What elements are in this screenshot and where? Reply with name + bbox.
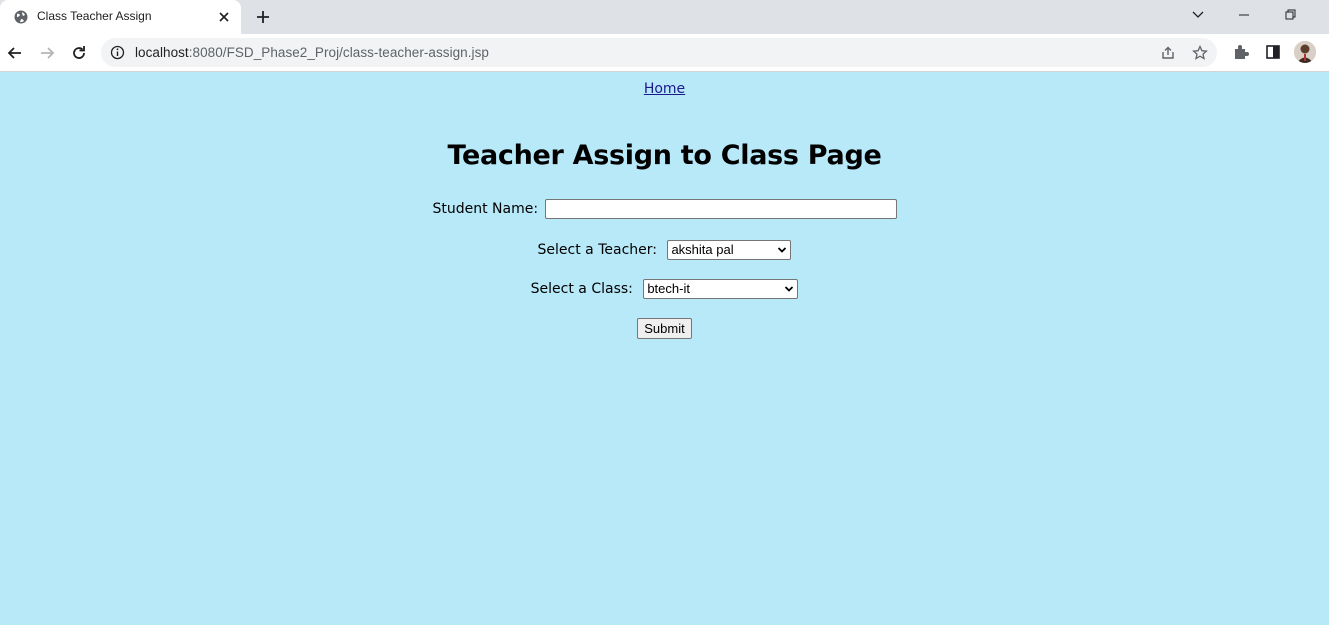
student-name-input[interactable] bbox=[544, 199, 897, 219]
class-row: Select a Class: btech-it bbox=[0, 279, 1329, 299]
browser-tab[interactable]: Class Teacher Assign bbox=[0, 0, 241, 34]
teacher-row: Select a Teacher: akshita pal bbox=[0, 240, 1329, 260]
forward-icon[interactable] bbox=[37, 43, 57, 63]
globe-icon bbox=[14, 10, 28, 24]
avatar-icon bbox=[1294, 41, 1316, 63]
url-host: localhost bbox=[135, 45, 189, 60]
class-select[interactable]: btech-it bbox=[643, 279, 799, 299]
address-bar[interactable]: localhost:8080/FSD_Phase2_Proj/class-tea… bbox=[101, 38, 1217, 67]
tab-title: Class Teacher Assign bbox=[37, 9, 152, 23]
browser-toolbar: localhost:8080/FSD_Phase2_Proj/class-tea… bbox=[0, 34, 1329, 72]
home-link-container: Home bbox=[0, 81, 1329, 97]
page-content: Home Teacher Assign to Class Page Studen… bbox=[0, 72, 1329, 625]
side-panel-icon[interactable] bbox=[1264, 43, 1282, 61]
chevron-down-icon[interactable] bbox=[1188, 6, 1208, 24]
submit-row: Submit bbox=[0, 318, 1329, 339]
extensions-icon[interactable] bbox=[1232, 43, 1250, 61]
home-link[interactable]: Home bbox=[644, 81, 685, 97]
reload-icon[interactable] bbox=[69, 43, 89, 63]
class-selected-value: btech-it bbox=[647, 281, 690, 296]
close-tab-icon[interactable] bbox=[216, 9, 232, 25]
student-name-row: Student Name: bbox=[0, 199, 1329, 219]
minimize-icon[interactable] bbox=[1234, 6, 1254, 24]
url-text: localhost:8080/FSD_Phase2_Proj/class-tea… bbox=[135, 45, 489, 60]
chevron-down-icon bbox=[785, 286, 794, 292]
class-label: Select a Class: bbox=[530, 281, 633, 297]
bookmark-star-icon[interactable] bbox=[1192, 45, 1208, 61]
url-path: :8080/FSD_Phase2_Proj/class-teacher-assi… bbox=[188, 45, 489, 60]
teacher-selected-value: akshita pal bbox=[671, 242, 734, 257]
share-icon[interactable] bbox=[1160, 45, 1176, 61]
chevron-down-icon bbox=[778, 247, 787, 253]
teacher-select[interactable]: akshita pal bbox=[667, 240, 792, 260]
profile-avatar[interactable] bbox=[1294, 41, 1316, 63]
teacher-label: Select a Teacher: bbox=[537, 242, 657, 258]
restore-icon[interactable] bbox=[1280, 6, 1300, 24]
student-name-label: Student Name: bbox=[432, 201, 539, 217]
submit-button[interactable]: Submit bbox=[637, 318, 692, 339]
new-tab-icon[interactable] bbox=[254, 8, 272, 26]
info-icon[interactable] bbox=[110, 45, 125, 60]
back-icon[interactable] bbox=[5, 43, 25, 63]
browser-tab-strip: Class Teacher Assign bbox=[0, 0, 1329, 34]
page-title: Teacher Assign to Class Page bbox=[447, 140, 882, 171]
